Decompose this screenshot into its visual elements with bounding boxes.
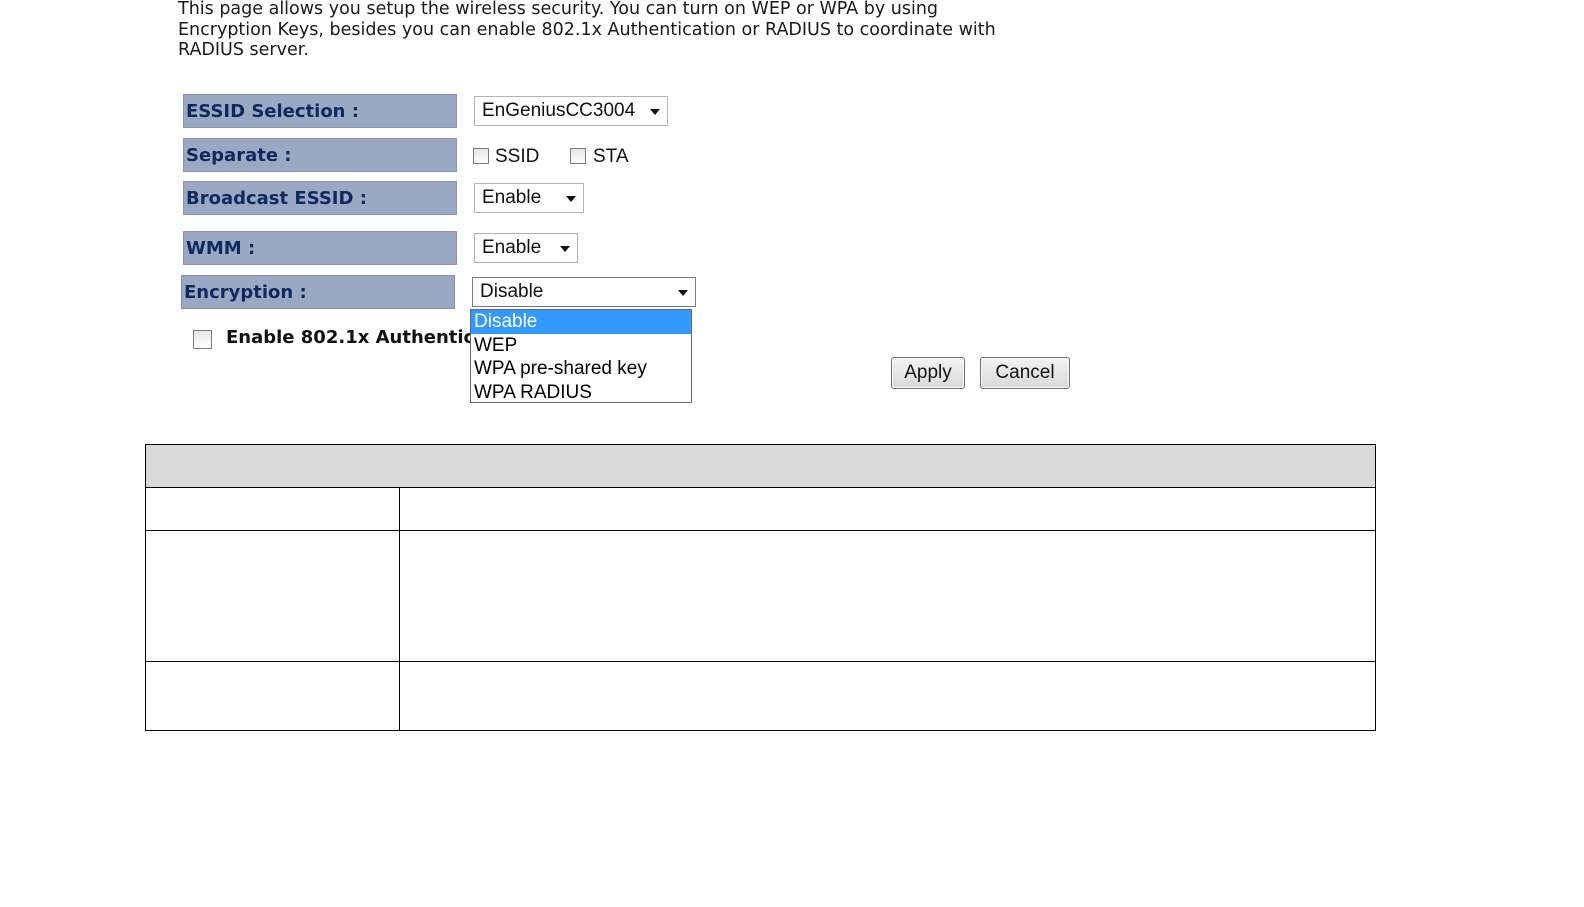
broadcast-essid-select[interactable]: Enable: [474, 183, 584, 213]
apply-button[interactable]: Apply: [891, 357, 965, 389]
essid-selection-label: ESSID Selection :: [183, 94, 457, 128]
cancel-button[interactable]: Cancel: [980, 357, 1070, 389]
chevron-down-icon: [560, 246, 570, 252]
enable-8021x-label: Enable 802.1x Authentica: [226, 327, 487, 348]
encryption-option-wpa-radius[interactable]: WPA RADIUS: [471, 381, 691, 405]
separate-sta-checkbox[interactable]: [570, 148, 586, 164]
intro-line-2: Encryption Keys, besides you can enable …: [178, 19, 996, 40]
wmm-select[interactable]: Enable: [474, 233, 578, 263]
encryption-option-disable[interactable]: Disable: [471, 310, 691, 334]
encryption-label: Encryption :: [181, 275, 455, 309]
essid-select[interactable]: EnGeniusCC3004: [474, 96, 668, 126]
intro-line-3: RADIUS server.: [178, 40, 309, 60]
table-column-divider: [399, 487, 400, 731]
encryption-option-wpa-psk[interactable]: WPA pre-shared key: [471, 357, 691, 381]
separate-ssid-checkbox[interactable]: [473, 148, 489, 164]
separate-label: Separate :: [183, 138, 457, 172]
intro-line-1: This page allows you setup the wireless …: [178, 0, 939, 19]
encryption-select[interactable]: Disable: [472, 277, 696, 307]
chevron-down-icon: [650, 109, 660, 115]
separate-ssid-label: SSID: [495, 146, 540, 167]
encryption-value: Disable: [480, 281, 544, 302]
broadcast-essid-value: Enable: [482, 187, 542, 208]
wmm-value: Enable: [482, 237, 542, 258]
chevron-down-icon: [678, 290, 688, 296]
encryption-dropdown-list[interactable]: Disable WEP WPA pre-shared key WPA RADIU…: [470, 309, 692, 403]
table-row-divider: [146, 661, 1375, 662]
wmm-label: WMM :: [183, 231, 457, 265]
encryption-option-wep[interactable]: WEP: [471, 334, 691, 358]
table-row-divider: [146, 530, 1375, 531]
table-header: [146, 445, 1375, 488]
essid-select-value: EnGeniusCC3004: [482, 100, 636, 121]
broadcast-essid-label: Broadcast ESSID :: [183, 181, 457, 215]
separate-sta-label: STA: [593, 146, 629, 167]
enable-8021x-checkbox[interactable]: [193, 330, 212, 349]
description-table: [145, 444, 1376, 731]
intro-text: This page allows you setup the wireless …: [178, 0, 1058, 61]
chevron-down-icon: [566, 196, 576, 202]
